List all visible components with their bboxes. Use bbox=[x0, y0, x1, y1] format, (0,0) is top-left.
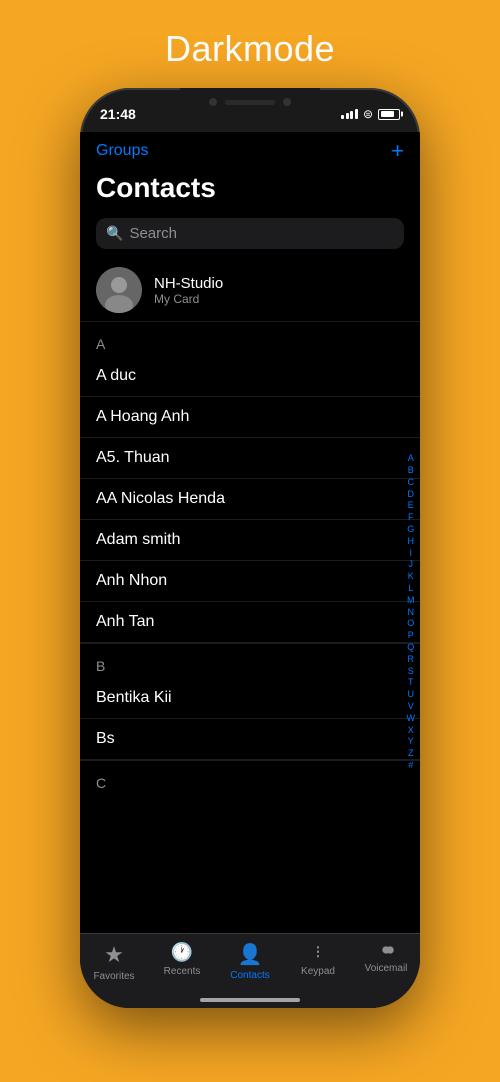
favorites-label: Favorites bbox=[93, 971, 134, 982]
tab-voicemail[interactable]: ⏺⏺ Voicemail bbox=[352, 942, 420, 974]
keypad-icon: ⁝ bbox=[315, 942, 321, 963]
battery-icon bbox=[378, 109, 400, 120]
alpha-s[interactable]: S bbox=[406, 666, 416, 677]
contact-name: A Hoang Anh bbox=[96, 408, 189, 425]
section-header-c: C bbox=[80, 760, 420, 795]
alpha-j[interactable]: J bbox=[407, 559, 416, 570]
contacts-title: Contacts bbox=[96, 172, 404, 204]
tab-recents[interactable]: 🕐 Recents bbox=[148, 942, 216, 977]
alpha-hash[interactable]: # bbox=[406, 760, 415, 771]
my-card[interactable]: NH-Studio My Card bbox=[80, 259, 420, 321]
alpha-g[interactable]: G bbox=[405, 524, 416, 535]
notch-speaker bbox=[225, 100, 275, 105]
alpha-h[interactable]: H bbox=[406, 536, 417, 547]
my-card-info: NH-Studio My Card bbox=[154, 275, 223, 306]
search-placeholder: Search bbox=[129, 225, 177, 242]
alpha-o[interactable]: O bbox=[405, 618, 416, 629]
contact-item[interactable]: A duc bbox=[80, 356, 420, 397]
contact-name: Anh Tan bbox=[96, 613, 154, 630]
alpha-a[interactable]: A bbox=[406, 453, 416, 464]
notch-camera bbox=[209, 98, 217, 106]
alpha-t[interactable]: T bbox=[406, 677, 416, 688]
contact-name: A5. Thuan bbox=[96, 449, 170, 466]
contact-name: Anh Nhon bbox=[96, 572, 167, 589]
contact-name: Adam smith bbox=[96, 531, 180, 548]
search-bar[interactable]: 🔍 Search bbox=[96, 218, 404, 249]
contact-item[interactable]: Bentika Kii bbox=[80, 678, 420, 719]
alpha-p[interactable]: P bbox=[406, 630, 416, 641]
contact-name: Bentika Kii bbox=[96, 689, 172, 706]
alpha-x[interactable]: X bbox=[406, 725, 416, 736]
contact-item[interactable]: Anh Nhon bbox=[80, 561, 420, 602]
battery-fill bbox=[381, 111, 395, 117]
contact-item[interactable]: A Hoang Anh bbox=[80, 397, 420, 438]
notch-sensor bbox=[283, 98, 291, 106]
voicemail-label: Voicemail bbox=[365, 963, 408, 974]
alpha-c[interactable]: C bbox=[406, 477, 417, 488]
keypad-label: Keypad bbox=[301, 966, 335, 977]
alpha-i[interactable]: I bbox=[407, 548, 414, 559]
contacts-header: Contacts bbox=[80, 168, 420, 212]
tab-favorites[interactable]: ★ Favorites bbox=[80, 942, 148, 982]
home-indicator bbox=[200, 998, 300, 1002]
section-header-b: B bbox=[80, 643, 420, 678]
alpha-k[interactable]: K bbox=[406, 571, 416, 582]
recents-label: Recents bbox=[164, 966, 201, 977]
top-nav: Groups + bbox=[80, 132, 420, 168]
alphabet-index[interactable]: A B C D E F G H I J K L M N O P Q R S T bbox=[405, 259, 418, 965]
recents-icon: 🕐 bbox=[171, 942, 193, 963]
tab-keypad[interactable]: ⁝ Keypad bbox=[284, 942, 352, 977]
tab-bar: ★ Favorites 🕐 Recents 👤 Contacts ⁝ Keypa… bbox=[80, 933, 420, 1008]
phone-screen: Groups + Contacts 🔍 Search bbox=[80, 132, 420, 1008]
phone-device: 21:48 ⊜ Groups + Contacts 🔍 bbox=[80, 88, 420, 1008]
alpha-z[interactable]: Z bbox=[406, 748, 416, 759]
search-icon: 🔍 bbox=[106, 225, 123, 242]
contact-item[interactable]: Bs bbox=[80, 719, 420, 760]
status-time: 21:48 bbox=[100, 106, 136, 122]
alpha-e[interactable]: E bbox=[406, 500, 416, 511]
voicemail-icon: ⏺⏺ bbox=[382, 942, 390, 960]
contact-item[interactable]: Anh Tan bbox=[80, 602, 420, 643]
groups-button[interactable]: Groups bbox=[96, 142, 148, 160]
alpha-n[interactable]: N bbox=[406, 607, 417, 618]
alpha-d[interactable]: D bbox=[406, 489, 417, 500]
wifi-icon: ⊜ bbox=[363, 107, 373, 121]
avatar bbox=[96, 267, 142, 313]
contact-item[interactable]: Adam smith bbox=[80, 520, 420, 561]
contact-name: Bs bbox=[96, 730, 115, 747]
contact-item[interactable]: AA Nicolas Henda bbox=[80, 479, 420, 520]
contacts-icon: 👤 bbox=[238, 942, 263, 967]
alpha-y[interactable]: Y bbox=[406, 736, 416, 747]
favorites-icon: ★ bbox=[104, 942, 124, 968]
alpha-b[interactable]: B bbox=[406, 465, 416, 476]
contacts-tab-label: Contacts bbox=[230, 970, 269, 981]
contact-item[interactable]: A5. Thuan bbox=[80, 438, 420, 479]
phone-notch bbox=[180, 88, 320, 116]
alpha-u[interactable]: U bbox=[406, 689, 417, 700]
signal-icon bbox=[341, 109, 358, 119]
alpha-q[interactable]: Q bbox=[405, 642, 416, 653]
alpha-w[interactable]: W bbox=[405, 713, 418, 724]
alpha-m[interactable]: M bbox=[405, 595, 417, 606]
my-card-label: My Card bbox=[154, 292, 223, 306]
page-title: Darkmode bbox=[165, 28, 335, 70]
alpha-v[interactable]: V bbox=[406, 701, 416, 712]
contact-name: A duc bbox=[96, 367, 136, 384]
my-card-name: NH-Studio bbox=[154, 275, 223, 292]
alpha-r[interactable]: R bbox=[406, 654, 417, 665]
contact-name: AA Nicolas Henda bbox=[96, 490, 225, 507]
tab-contacts[interactable]: 👤 Contacts bbox=[216, 942, 284, 981]
status-icons: ⊜ bbox=[341, 107, 400, 121]
section-header-a: A bbox=[80, 321, 420, 356]
contacts-list[interactable]: NH-Studio My Card A A duc A Hoang Anh A5… bbox=[80, 259, 420, 965]
alpha-f[interactable]: F bbox=[406, 512, 416, 523]
add-contact-button[interactable]: + bbox=[391, 140, 404, 162]
alpha-l[interactable]: L bbox=[406, 583, 415, 594]
